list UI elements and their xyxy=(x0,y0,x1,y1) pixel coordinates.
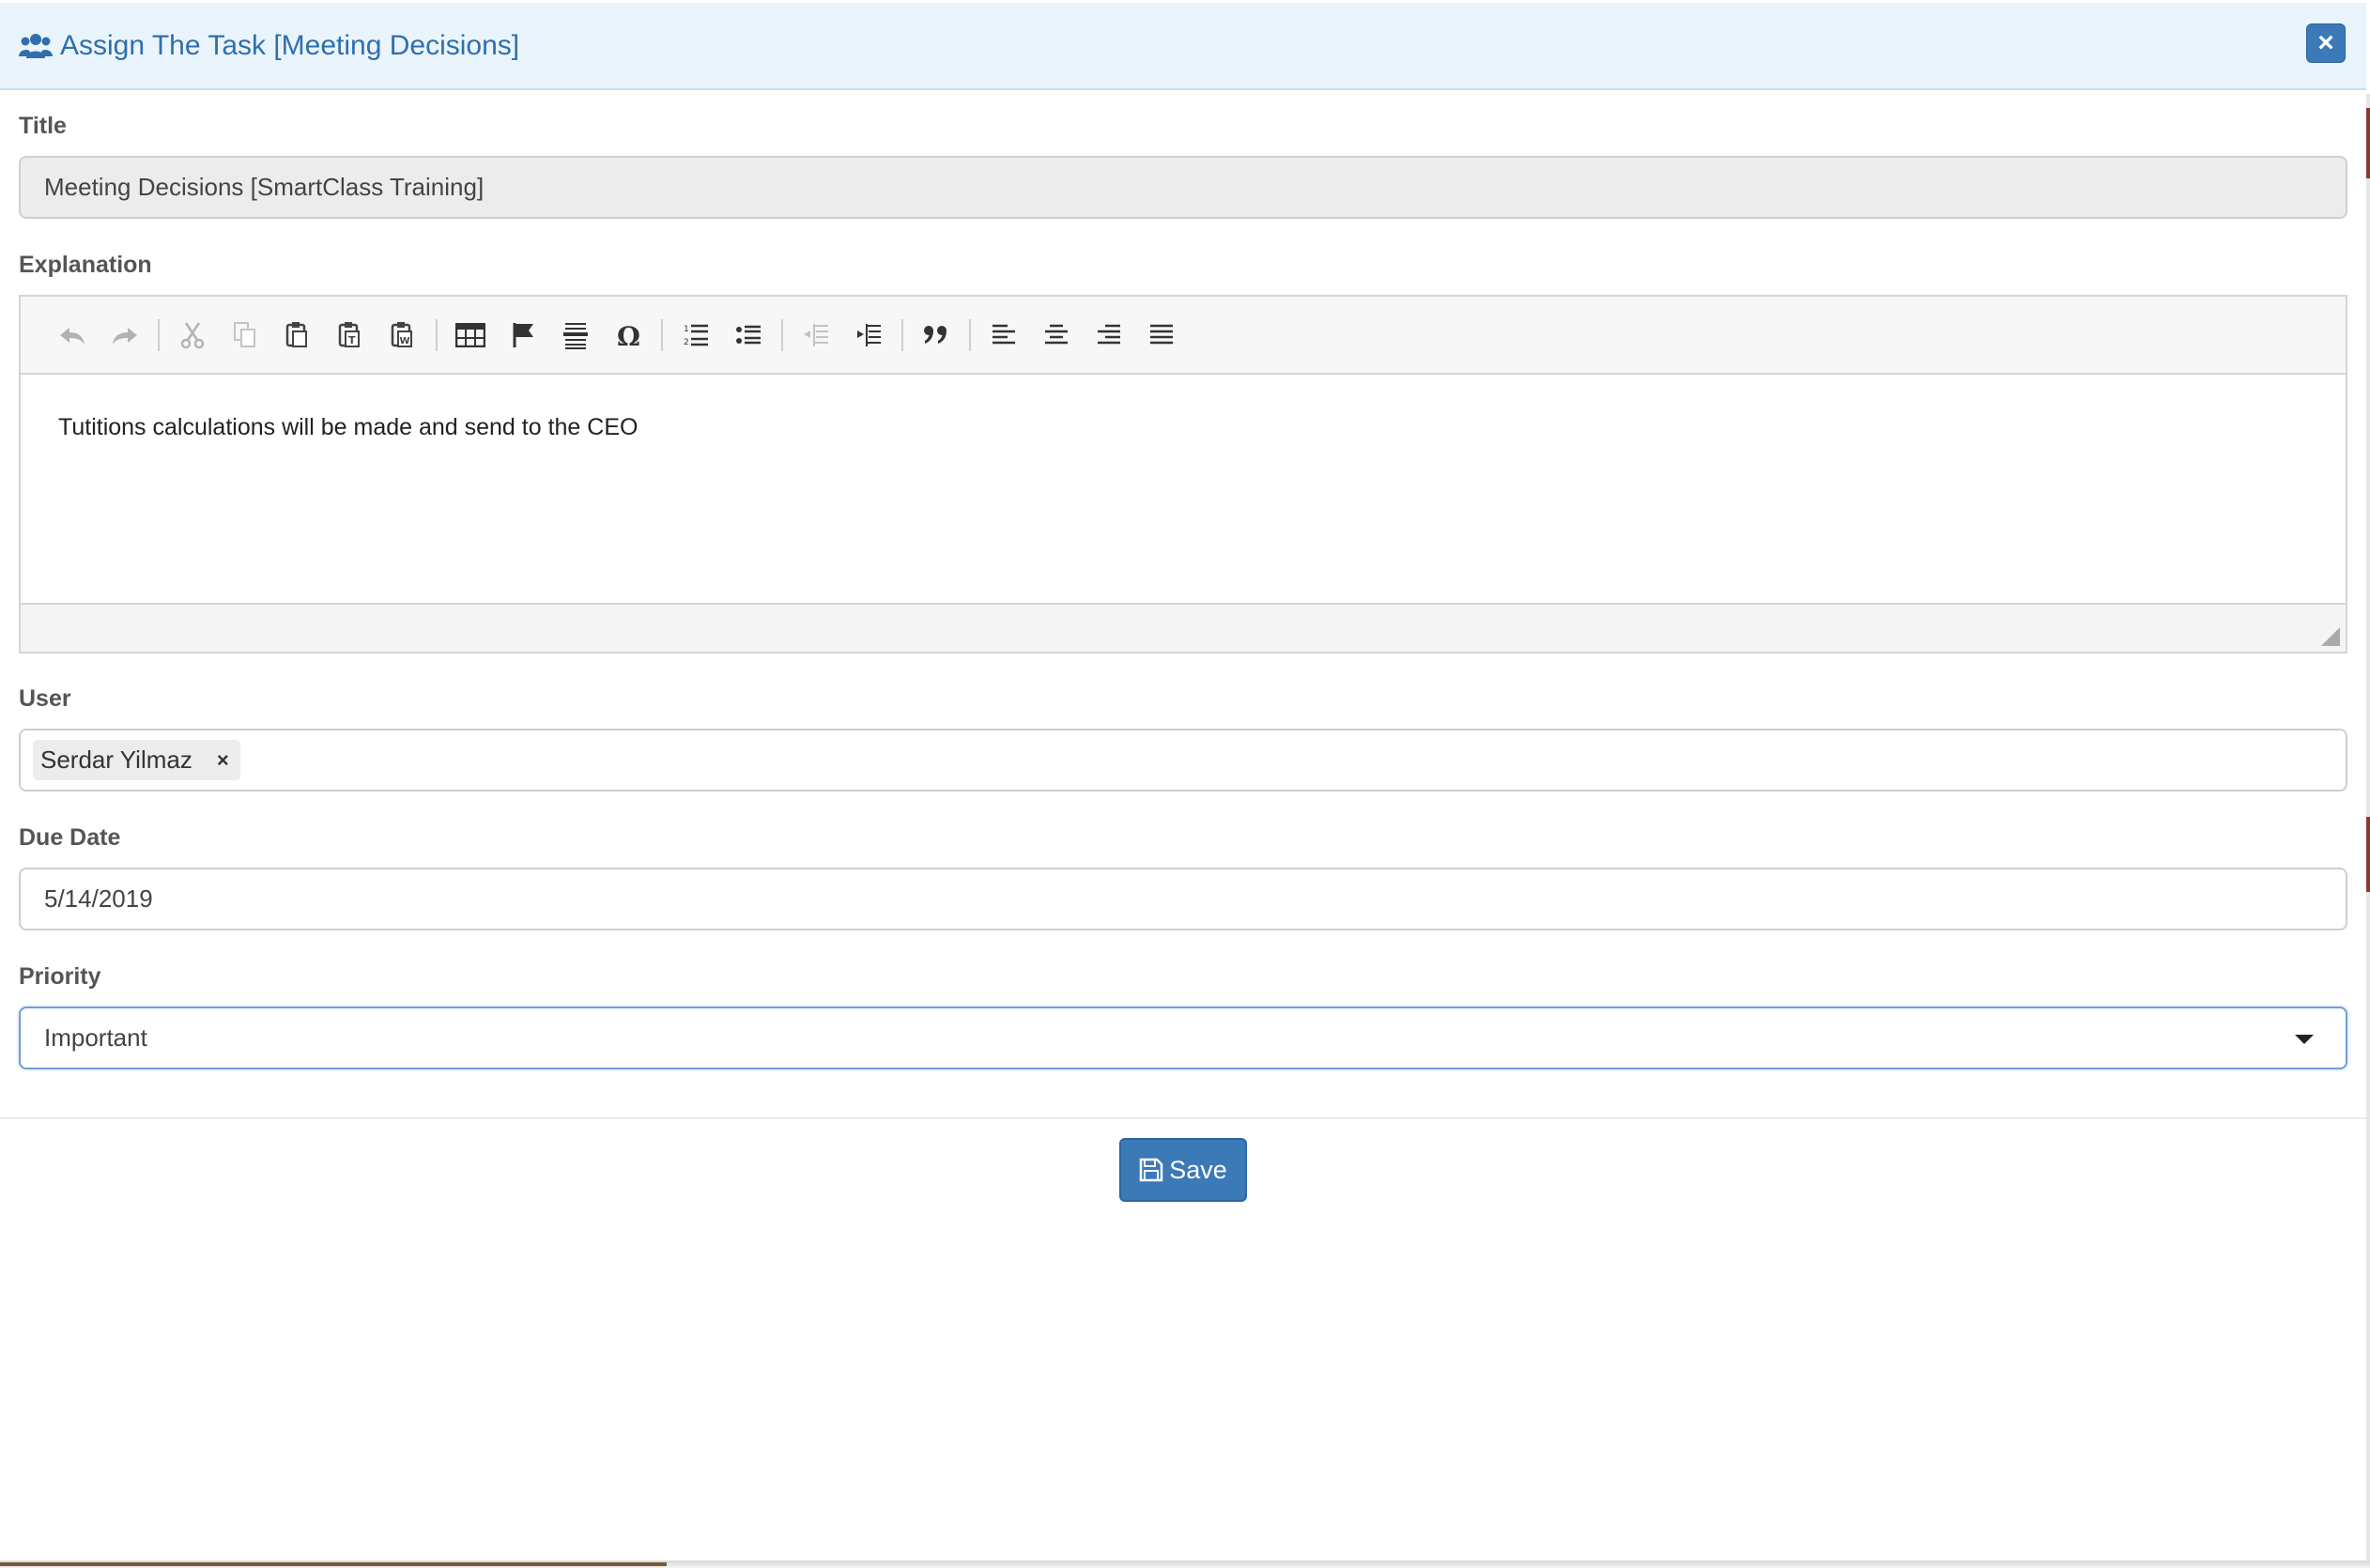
user-tag: Serdar Yilmaz × xyxy=(33,740,240,780)
justify-icon[interactable] xyxy=(1138,312,1185,359)
undo-icon[interactable] xyxy=(49,312,96,359)
due-date-value: 5/14/2019 xyxy=(44,884,153,913)
priority-label: Priority xyxy=(19,963,101,990)
explanation-editor: T W Ω 12 Tutitions calculations will be … xyxy=(19,295,2347,653)
due-date-label: Due Date xyxy=(19,824,121,851)
user-tag-label: Serdar Yilmaz xyxy=(40,746,192,774)
special-char-icon[interactable]: Ω xyxy=(605,312,652,359)
priority-value: Important xyxy=(44,1023,147,1052)
title-label: Title xyxy=(19,113,67,139)
explanation-text: Tutitions calculations will be made and … xyxy=(58,414,639,440)
user-label: User xyxy=(19,685,71,712)
editor-statusbar xyxy=(21,603,2346,652)
toolbar-separator xyxy=(969,318,971,351)
footer-divider xyxy=(0,1117,2366,1119)
bulleted-list-icon[interactable] xyxy=(725,312,772,359)
paste-icon[interactable] xyxy=(274,312,321,359)
horizontal-line-icon[interactable] xyxy=(552,312,599,359)
svg-text:2: 2 xyxy=(684,338,689,347)
toolbar-separator xyxy=(661,318,663,351)
save-button[interactable]: Save xyxy=(1119,1138,1247,1202)
save-label: Save xyxy=(1169,1155,1227,1184)
close-icon: × xyxy=(2317,27,2334,58)
outdent-icon[interactable] xyxy=(793,312,839,359)
editor-content[interactable]: Tutitions calculations will be made and … xyxy=(21,375,2346,603)
cut-icon[interactable] xyxy=(169,312,216,359)
priority-select[interactable]: Important xyxy=(19,1007,2347,1069)
resize-handle-icon[interactable] xyxy=(2321,627,2340,646)
modal-header: Assign The Task [Meeting Decisions] × xyxy=(0,3,2366,90)
paste-word-icon[interactable]: W xyxy=(379,312,426,359)
copy-icon[interactable] xyxy=(222,312,269,359)
toolbar-separator xyxy=(436,318,438,351)
paste-text-icon[interactable]: T xyxy=(327,312,374,359)
toolbar-separator xyxy=(158,318,160,351)
redo-icon[interactable] xyxy=(101,312,148,359)
editor-toolbar: T W Ω 12 xyxy=(21,297,2346,375)
chevron-down-icon xyxy=(2295,1035,2314,1044)
blockquote-icon[interactable] xyxy=(913,312,960,359)
toolbar-separator xyxy=(901,318,903,351)
svg-text:Ω: Ω xyxy=(617,321,640,349)
table-icon[interactable] xyxy=(447,312,494,359)
edge-accent-top xyxy=(2366,108,2370,178)
page-bottom-edge xyxy=(0,1562,667,1566)
users-icon xyxy=(19,31,54,61)
anchor-icon[interactable] xyxy=(500,312,546,359)
svg-text:1: 1 xyxy=(684,325,689,334)
align-center-icon[interactable] xyxy=(1033,312,1080,359)
toolbar-separator xyxy=(781,318,783,351)
title-value: Meeting Decisions [SmartClass Training] xyxy=(44,173,485,201)
svg-text:W: W xyxy=(400,336,410,346)
save-icon xyxy=(1139,1158,1163,1182)
align-right-icon[interactable] xyxy=(1085,312,1132,359)
explanation-label: Explanation xyxy=(19,252,152,278)
user-select[interactable]: Serdar Yilmaz × xyxy=(19,729,2347,792)
numbered-list-icon[interactable]: 12 xyxy=(672,312,719,359)
close-button[interactable]: × xyxy=(2306,23,2346,63)
modal-title: Assign The Task [Meeting Decisions] xyxy=(60,29,520,61)
edge-accent-mid xyxy=(2366,817,2370,892)
align-left-icon[interactable] xyxy=(980,312,1027,359)
due-date-field[interactable]: 5/14/2019 xyxy=(19,868,2347,930)
indent-icon[interactable] xyxy=(845,312,892,359)
svg-text:T: T xyxy=(348,334,356,346)
tag-remove-icon[interactable]: × xyxy=(217,748,229,773)
title-field[interactable]: Meeting Decisions [SmartClass Training] xyxy=(19,156,2347,219)
